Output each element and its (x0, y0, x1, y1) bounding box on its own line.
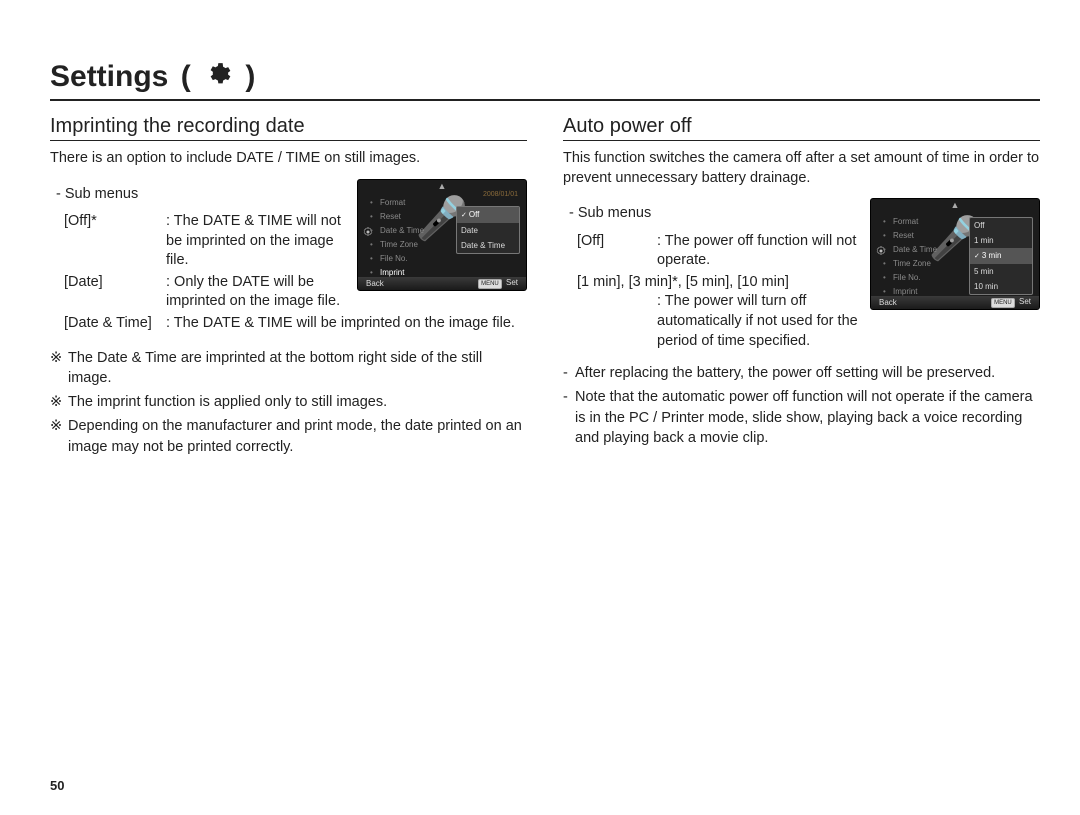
reference-mark-icon: ※ (50, 392, 68, 412)
menu-desc: : Only the DATE will be imprinted on the… (166, 273, 347, 312)
menu-row: [Off]* : The DATE & TIME will not be imp… (64, 212, 347, 271)
page-title-text: Settings (50, 60, 168, 93)
menu-key-icon: MENU (991, 298, 1015, 308)
dash-icon: - (563, 363, 575, 383)
dash-line: - After replacing the battery, the power… (563, 363, 1040, 383)
lcd-bottom-bar: Back MENU Set (358, 277, 526, 290)
lcd-option: Date & Time (457, 238, 519, 253)
lcd-autopoweroff: ▲ 🎤 Format Reset Date & Time Time Zone F… (870, 198, 1040, 310)
menu-row: [Date & Time] : The DATE & TIME will be … (64, 314, 527, 334)
page-title-row: Settings ( ) (50, 60, 1040, 101)
lcd-item: Time Zone (893, 257, 947, 271)
right-notes: - After replacing the battery, the power… (563, 363, 1040, 448)
right-column: Auto power off This function switches th… (563, 115, 1040, 461)
page-number: 50 (50, 778, 64, 793)
dash-text: Note that the automatic power off functi… (575, 387, 1040, 448)
lcd-option: 5 min (970, 264, 1032, 279)
lcd-item: Format (893, 215, 947, 229)
note-line: ※ Depending on the manufacturer and prin… (50, 416, 527, 457)
lcd-item: Time Zone (380, 238, 434, 252)
lcd-popup: Off Date Date & Time (456, 206, 520, 254)
lcd-back-label: Back (879, 298, 897, 307)
manual-page: Settings ( ) Imprinting the recording da… (0, 0, 1080, 815)
lcd-item: File No. (380, 252, 434, 266)
menu-key: [Date & Time] (64, 314, 166, 334)
up-arrow-icon: ▲ (951, 200, 960, 210)
menu-desc: : The DATE & TIME will not be imprinted … (166, 212, 347, 271)
lcd-option: 10 min (970, 279, 1032, 294)
lcd-item: Reset (380, 210, 434, 224)
left-notes: ※ The Date & Time are imprinted at the b… (50, 348, 527, 457)
note-line: ※ The Date & Time are imprinted at the b… (50, 348, 527, 389)
lcd-imprint: ▲ 🎤 2008/01/01 Format Reset Date & Time … (357, 179, 527, 291)
menu-desc: : The DATE & TIME will be imprinted on t… (166, 314, 527, 334)
menu-key: [Date] (64, 273, 166, 312)
menu-row: [Off] : The power off function will not … (577, 232, 860, 271)
lcd-set-group: MENU Set (989, 297, 1031, 308)
up-arrow-icon: ▲ (438, 181, 447, 191)
menu-desc: : The power off function will not operat… (657, 232, 860, 271)
menu-key: [Off]* (64, 212, 166, 271)
dash-icon: - (563, 387, 575, 448)
left-float-wrap: ▲ 🎤 2008/01/01 Format Reset Date & Time … (50, 177, 527, 336)
date-stamp: 2008/01/01 (483, 191, 518, 198)
lcd-option-selected: Off (457, 207, 519, 223)
dash-line: - Note that the automatic power off func… (563, 387, 1040, 448)
left-column: Imprinting the recording date There is a… (50, 115, 527, 461)
menu-key-icon: MENU (478, 279, 502, 289)
left-heading: Imprinting the recording date (50, 115, 527, 141)
page-title: Settings ( ) (50, 60, 259, 95)
right-float-wrap: ▲ 🎤 Format Reset Date & Time Time Zone F… (563, 196, 1040, 351)
lcd-set-label: Set (506, 278, 518, 287)
note-line: ※ The imprint function is applied only t… (50, 392, 527, 412)
lcd-item: File No. (893, 271, 947, 285)
menu-key: [Off] (577, 232, 657, 271)
lcd-option: Date (457, 223, 519, 238)
lcd-option-selected: 3 min (970, 248, 1032, 264)
paren-close: ) (245, 60, 255, 93)
gear-icon (205, 61, 231, 95)
lcd-item: Date & Time (380, 224, 434, 238)
lcd-set-group: MENU Set (476, 278, 518, 289)
right-intro: This function switches the camera off af… (563, 149, 1040, 188)
lcd-option: Off (970, 218, 1032, 233)
menu-row: [Date] : Only the DATE will be imprinted… (64, 273, 347, 312)
paren-open: ( (181, 60, 199, 93)
lcd-set-label: Set (1019, 297, 1031, 306)
left-intro: There is an option to include DATE / TIM… (50, 149, 527, 169)
reference-mark-icon: ※ (50, 348, 68, 389)
dash-text: After replacing the battery, the power o… (575, 363, 995, 383)
lcd-item: Format (380, 196, 434, 210)
lcd-option: 1 min (970, 233, 1032, 248)
lcd-item: Date & Time (893, 243, 947, 257)
lcd-item: Reset (893, 229, 947, 243)
lcd-bottom-bar: Back MENU Set (871, 296, 1039, 309)
note-text: Depending on the manufacturer and print … (68, 416, 527, 457)
reference-mark-icon: ※ (50, 416, 68, 457)
note-text: The imprint function is applied only to … (68, 392, 387, 412)
two-column-layout: Imprinting the recording date There is a… (50, 115, 1040, 461)
lcd-popup: Off 1 min 3 min 5 min 10 min (969, 217, 1033, 295)
lcd-back-label: Back (366, 279, 384, 288)
note-text: The Date & Time are imprinted at the bot… (68, 348, 527, 389)
right-heading: Auto power off (563, 115, 1040, 141)
